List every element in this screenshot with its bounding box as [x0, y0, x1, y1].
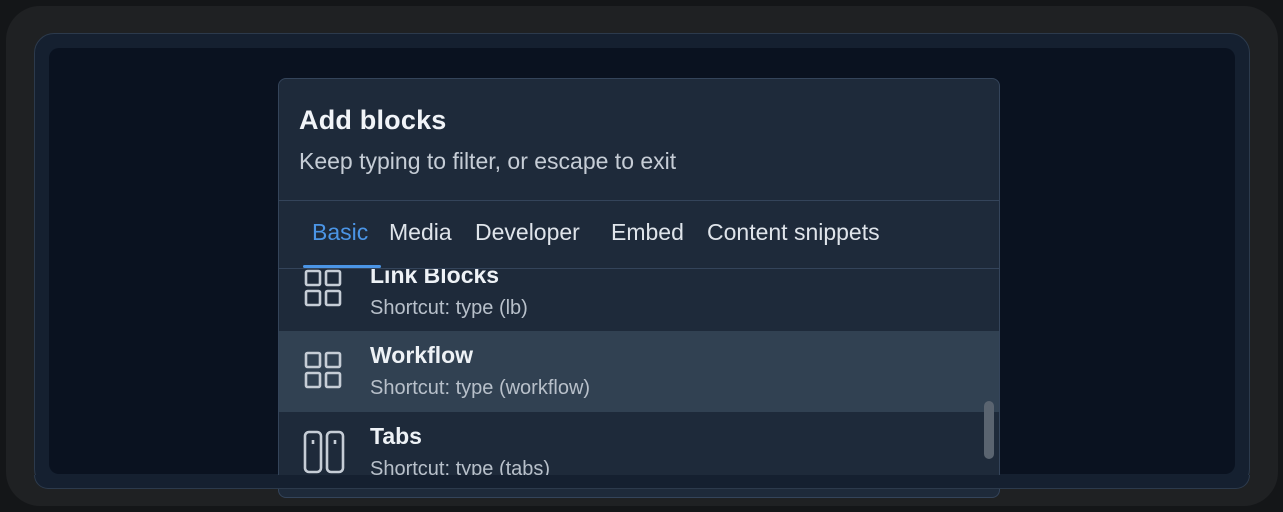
tab-developer[interactable]: Developer [475, 219, 580, 246]
active-tab-indicator [303, 265, 381, 268]
block-name: Workflow [370, 342, 474, 368]
tab-media[interactable]: Media [389, 219, 452, 246]
block-shortcut: Shortcut: type (lb) [370, 297, 528, 319]
dialog-subtitle: Keep typing to filter, or escape to exit [299, 148, 677, 174]
grid-icon [303, 350, 343, 395]
block-shortcut: Shortcut: type (workflow) [370, 377, 591, 399]
block-item-link-blocks[interactable]: Link Blocks Shortcut: type (lb) [279, 269, 999, 331]
add-blocks-dialog: Add blocks Keep typing to filter, or esc… [278, 78, 1000, 498]
block-category-tabs: Basic Media Developer Embed Content snip… [279, 200, 999, 269]
tab-embed[interactable]: Embed [611, 219, 684, 246]
tab-content-snippets[interactable]: Content snippets [707, 219, 880, 246]
block-name: Link Blocks [370, 269, 500, 288]
block-name: Tabs [370, 423, 422, 449]
block-list[interactable]: Link Blocks Shortcut: type (lb) Workflow… [279, 269, 999, 497]
block-item-workflow[interactable]: Workflow Shortcut: type (workflow) [279, 331, 999, 412]
columns-icon [303, 430, 345, 479]
grid-icon [303, 269, 343, 313]
tab-basic[interactable]: Basic [312, 219, 368, 246]
editor-frame-bottom [34, 475, 1250, 489]
dialog-title: Add blocks [299, 105, 447, 135]
scrollbar-thumb[interactable] [984, 401, 994, 459]
